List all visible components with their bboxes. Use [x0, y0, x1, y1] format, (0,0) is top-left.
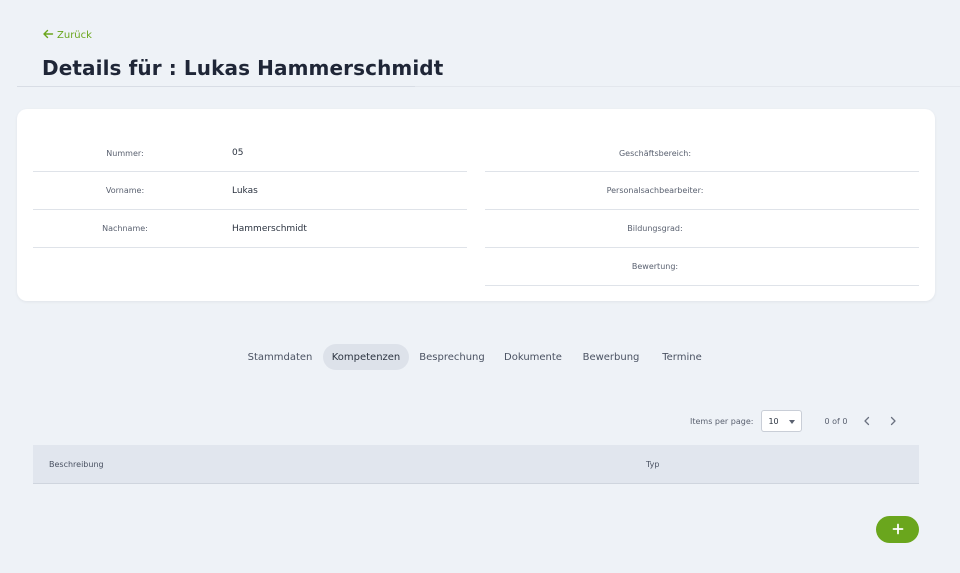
detail-value: Hammerschmidt — [232, 223, 307, 234]
page-size-value: 10 — [768, 416, 779, 426]
page-title: Details für : Lukas Hammerschmidt — [42, 56, 444, 80]
page-size-select[interactable]: 10 — [761, 410, 803, 432]
back-label: Zurück — [57, 30, 92, 41]
details-card: Nummer: 05 Vorname: Lukas Nachname: Hamm… — [17, 109, 935, 301]
header-divider — [415, 86, 960, 87]
arrow-left-icon — [42, 28, 54, 43]
title-divider — [17, 86, 415, 87]
detail-row-geschaeftsbereich: Geschäftsbereich: — [485, 135, 919, 172]
caret-down-icon — [789, 420, 796, 424]
detail-label: Nummer: — [106, 148, 144, 158]
details-right-column: Geschäftsbereich: Personalsachbearbeiter… — [485, 135, 919, 286]
detail-label: Bildungsgrad: — [627, 224, 683, 233]
detail-row-vorname: Vorname: Lukas — [33, 172, 467, 210]
detail-row-nummer: Nummer: 05 — [33, 135, 467, 172]
detail-label: Bewertung: — [631, 262, 679, 271]
tab-stammdaten[interactable]: Stammdaten — [240, 344, 320, 370]
details-left-column: Nummer: 05 Vorname: Lukas Nachname: Hamm… — [33, 135, 467, 248]
tab-besprechung[interactable]: Besprechung — [409, 344, 495, 370]
detail-value: 05 — [232, 148, 244, 158]
tab-bar: Stammdaten Kompetenzen Besprechung Dokum… — [240, 344, 713, 370]
detail-label: Personalsachbearbeiter: — [606, 186, 704, 195]
tab-bewerbung[interactable]: Bewerbung — [571, 344, 651, 370]
tab-dokumente[interactable]: Dokumente — [495, 344, 571, 370]
tab-termine[interactable]: Termine — [651, 344, 713, 370]
detail-row-personalsachbearbeiter: Personalsachbearbeiter: — [485, 172, 919, 210]
plus-icon — [892, 520, 904, 539]
chevron-right-icon[interactable] — [887, 415, 899, 427]
column-header-beschreibung[interactable]: Beschreibung — [49, 460, 104, 469]
column-header-typ[interactable]: Typ — [646, 460, 659, 469]
detail-row-bildungsgrad: Bildungsgrad: — [485, 210, 919, 248]
paginator: Items per page: 10 0 of 0 — [690, 410, 899, 432]
detail-row-nachname: Nachname: Hammerschmidt — [33, 210, 467, 248]
table-header: Beschreibung Typ — [33, 445, 919, 484]
detail-label: Nachname: — [102, 224, 148, 233]
page-range-label: 0 of 0 — [824, 416, 848, 426]
add-button[interactable] — [876, 516, 919, 543]
detail-value: Lukas — [232, 185, 258, 196]
chevron-left-icon[interactable] — [861, 415, 873, 427]
back-link[interactable]: Zurück — [42, 28, 92, 43]
tab-kompetenzen[interactable]: Kompetenzen — [323, 344, 409, 370]
items-per-page-label: Items per page: — [690, 416, 754, 426]
detail-label: Vorname: — [105, 186, 145, 195]
detail-label: Geschäftsbereich: — [618, 148, 692, 158]
detail-row-bewertung: Bewertung: — [485, 248, 919, 286]
